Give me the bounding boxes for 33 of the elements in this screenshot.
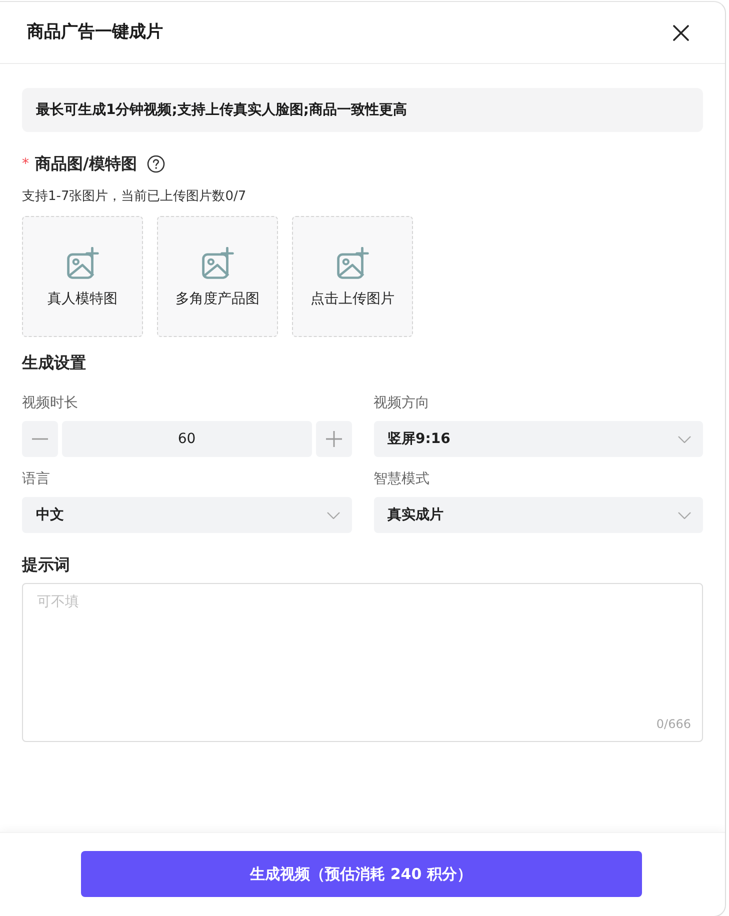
chevron-down-icon — [326, 512, 340, 518]
notice-banner: 最长可生成1分钟视频;支持上传真实人脸图;商品一致性更高 — [22, 88, 703, 132]
field-label: 语言 — [22, 470, 51, 489]
decrement-button[interactable] — [22, 421, 58, 457]
select-dropdown[interactable]: 中文 — [22, 497, 352, 533]
upload-tile[interactable]: 多角度产品图 — [157, 216, 278, 337]
dialog-title: 商品广告一键成片 — [27, 22, 163, 43]
section-label: 商品图/模特图 — [35, 153, 137, 175]
close-button[interactable] — [673, 24, 689, 40]
section-title: 提示词 — [22, 554, 71, 576]
upload-tile[interactable]: 点击上传图片 — [292, 216, 413, 337]
section-title: 生成设置 — [22, 352, 87, 374]
field-label: 视频时长 — [22, 394, 79, 413]
upload-tile[interactable]: 真人模特图 — [22, 216, 143, 337]
image-add-icon — [202, 247, 234, 279]
generate-video-button[interactable]: 生成视频（预估消耗 240 积分） — [80, 851, 642, 897]
field-label: 智慧模式 — [374, 470, 430, 489]
select-dropdown[interactable]: 竖屏9:16 — [374, 421, 703, 457]
image-add-icon — [66, 247, 98, 279]
field-label: 视频方向 — [374, 394, 430, 413]
duration-input[interactable]: 60 — [62, 421, 312, 457]
upload-hint: 支持1-7张图片，当前已上传图片数0/7 — [22, 188, 248, 206]
minus-icon — [32, 438, 48, 440]
plus-icon — [326, 431, 342, 447]
character-counter: 0/666 — [656, 716, 691, 732]
help-icon — [146, 155, 165, 173]
select-dropdown[interactable]: 真实成片 — [374, 497, 703, 533]
increment-button[interactable] — [316, 421, 352, 457]
chevron-down-icon — [678, 436, 691, 442]
required-mark: * — [22, 154, 29, 174]
close-icon — [673, 24, 689, 40]
image-add-icon — [336, 247, 368, 279]
chevron-down-icon — [678, 512, 691, 518]
